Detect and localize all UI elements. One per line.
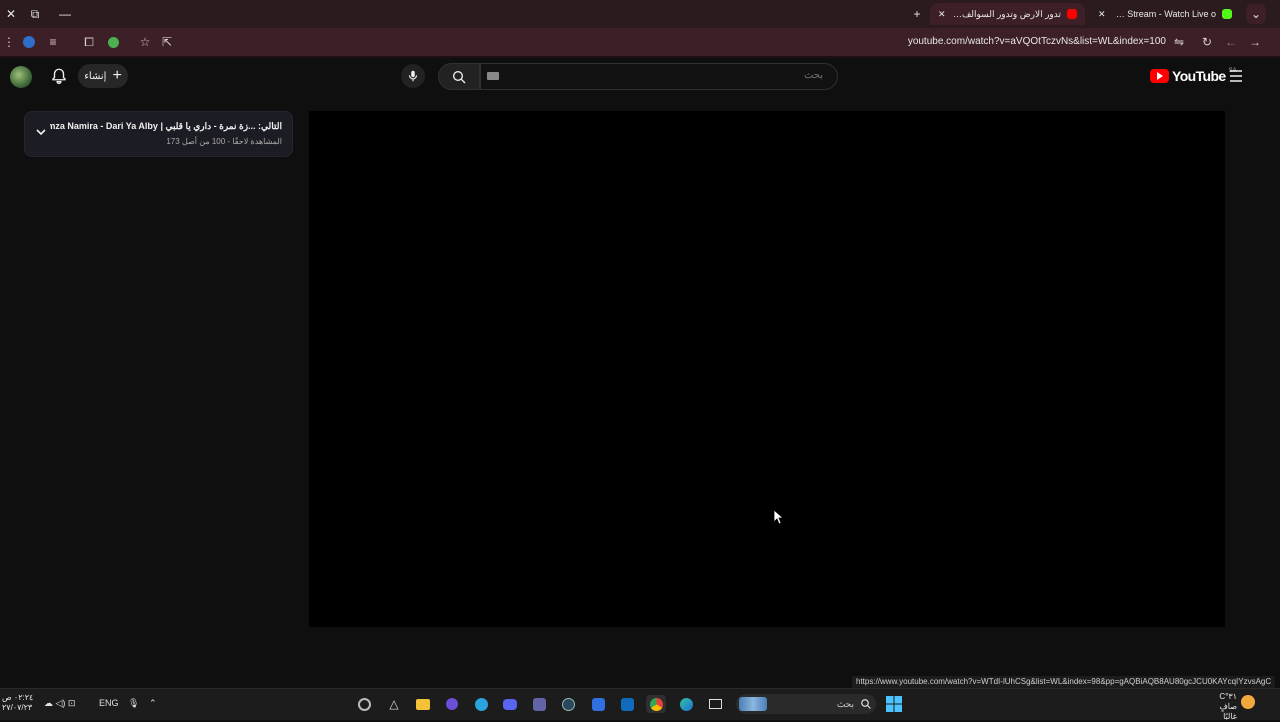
playlist-next-title: التالي: ...زة نمرة - داري يا قلبي | Hamz… bbox=[50, 121, 282, 131]
browser-title-bar bbox=[0, 0, 1280, 28]
chevron-up-icon[interactable]: ⌃ bbox=[149, 698, 157, 709]
back-icon[interactable]: → bbox=[1246, 33, 1264, 51]
extension-shield-icon[interactable] bbox=[104, 33, 122, 51]
forward-icon[interactable]: ← bbox=[1222, 33, 1240, 51]
edge-icon[interactable] bbox=[676, 695, 696, 713]
plus-icon: + bbox=[112, 67, 122, 84]
discord-icon[interactable] bbox=[500, 695, 520, 713]
mouse-cursor-icon bbox=[773, 509, 783, 525]
search-highlight-image bbox=[739, 697, 767, 711]
new-tab-button[interactable]: + bbox=[906, 4, 928, 24]
search-button[interactable] bbox=[438, 63, 480, 90]
taskbar-clock[interactable]: ٠٢:٢٤ ص ٢٧/٠٧/٢٣ bbox=[2, 693, 33, 713]
microphone-tray-icon[interactable]: 🎙︎ bbox=[128, 698, 139, 709]
hamburger-menu-icon[interactable] bbox=[1227, 68, 1245, 84]
extensions-icon[interactable]: ⧠ bbox=[80, 33, 98, 51]
outlook-icon[interactable] bbox=[617, 695, 637, 713]
taskbar-search-label: بحث bbox=[836, 699, 854, 709]
search-input[interactable] bbox=[521, 69, 825, 82]
create-button[interactable]: إنشاء + bbox=[78, 64, 128, 88]
video-player[interactable] bbox=[309, 111, 1225, 627]
tab-inactive[interactable]: so_vl_so Stream - Watch Live o... ✕ bbox=[1090, 3, 1240, 25]
profile-icon[interactable] bbox=[20, 33, 38, 51]
app-icon-tool[interactable]: △ bbox=[384, 695, 404, 713]
weather-desc: صافٍ غالبًا bbox=[1219, 702, 1237, 721]
windows-start-icon[interactable] bbox=[886, 696, 902, 712]
app-icon-purple[interactable] bbox=[442, 695, 462, 713]
clock-time: ٠٢:٢٤ ص bbox=[2, 693, 34, 702]
avatar[interactable] bbox=[10, 66, 32, 88]
weather-widget[interactable]: ٣١°C صافٍ غالبًا bbox=[1205, 692, 1237, 722]
tab-title: تدور الارض وتدور السوالف والسا... bbox=[952, 8, 1061, 19]
windows-taskbar bbox=[0, 688, 1280, 720]
chevron-down-icon[interactable] bbox=[35, 126, 47, 138]
minimize-window-button[interactable]: — bbox=[54, 4, 76, 24]
search-box[interactable] bbox=[480, 63, 838, 90]
app-icon-spotify[interactable] bbox=[354, 695, 374, 713]
playlist-subtitle: المشاهدة لاحقًا - 100 من أصل 173 bbox=[166, 137, 282, 146]
reading-list-icon[interactable]: ≡ bbox=[44, 33, 62, 51]
microphone-icon bbox=[408, 70, 418, 82]
restore-window-button[interactable]: ⧉ bbox=[24, 4, 46, 24]
keyboard-icon[interactable] bbox=[487, 72, 499, 80]
create-label: إنشاء bbox=[84, 70, 107, 82]
bookmark-star-icon[interactable]: ☆ bbox=[136, 33, 154, 51]
app-icon-blue[interactable] bbox=[588, 695, 608, 713]
reload-icon[interactable]: ↻ bbox=[1198, 33, 1216, 51]
close-tab-icon[interactable]: ✕ bbox=[1098, 9, 1106, 20]
language-indicator[interactable]: ENG bbox=[99, 698, 119, 708]
close-tab-icon[interactable]: ✕ bbox=[938, 9, 946, 20]
kick-favicon-icon bbox=[1222, 9, 1232, 19]
file-explorer-icon[interactable] bbox=[413, 695, 433, 713]
youtube-play-icon bbox=[1150, 69, 1169, 83]
task-view-icon[interactable] bbox=[705, 695, 725, 713]
tray-icons[interactable]: ☁ ◁) ⊡ bbox=[44, 698, 75, 709]
telegram-icon[interactable] bbox=[471, 695, 491, 713]
weather-temp: ٣١°C bbox=[1219, 692, 1237, 701]
search-icon bbox=[453, 70, 466, 83]
clock-date: ٢٧/٠٧/٢٣ bbox=[2, 703, 33, 712]
youtube-logo[interactable]: YouTube SA bbox=[1150, 68, 1237, 84]
youtube-favicon-icon bbox=[1067, 9, 1077, 19]
notifications-bell-icon[interactable] bbox=[50, 67, 68, 85]
tab-title: so_vl_so Stream - Watch Live o... bbox=[1112, 9, 1216, 19]
share-icon[interactable]: ⇱ bbox=[158, 33, 176, 51]
logo-text: YouTube bbox=[1172, 68, 1226, 84]
playlist-panel[interactable]: التالي: ...زة نمرة - داري يا قلبي | Hamz… bbox=[24, 111, 293, 157]
chrome-icon[interactable] bbox=[646, 695, 666, 713]
weather-sun-icon bbox=[1241, 695, 1255, 714]
status-url-bar: https://www.youtube.com/watch?v=WTdI-lUh… bbox=[852, 676, 1276, 688]
url-text[interactable]: youtube.com/watch?v=aVQOtTczvNs&list=WL&… bbox=[880, 36, 1166, 47]
search-icon bbox=[861, 699, 871, 709]
menu-dots-icon[interactable]: ⋮ bbox=[0, 33, 18, 51]
steam-icon[interactable] bbox=[558, 695, 578, 713]
site-settings-icon[interactable]: ⇋ bbox=[1170, 33, 1188, 51]
tab-search-button[interactable]: ⌄ bbox=[1246, 4, 1266, 24]
close-window-button[interactable]: ✕ bbox=[0, 4, 22, 24]
tab-active[interactable]: تدور الارض وتدور السوالف والسا... ✕ bbox=[930, 3, 1085, 25]
voice-search-button[interactable] bbox=[401, 64, 425, 88]
taskbar-search-box[interactable]: بحث bbox=[736, 694, 876, 714]
teams-icon[interactable] bbox=[529, 695, 549, 713]
